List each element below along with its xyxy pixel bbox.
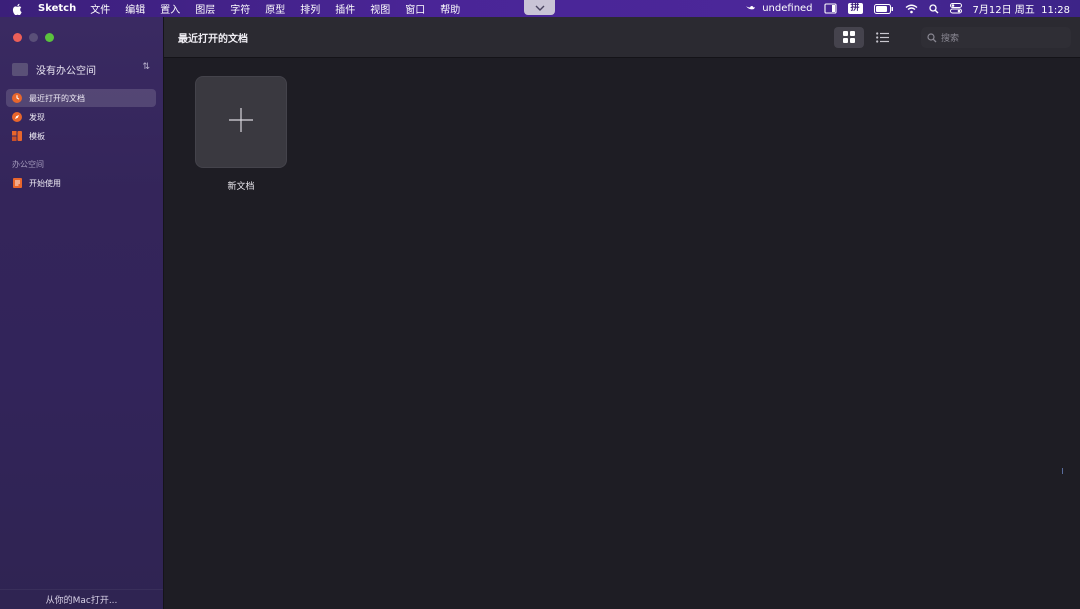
sidebar-item-label: 发现 bbox=[29, 112, 45, 122]
menu-prototype[interactable]: 原型 bbox=[265, 1, 285, 16]
sidebar-item-label: 开始使用 bbox=[29, 178, 61, 188]
menu-window[interactable]: 窗口 bbox=[405, 1, 425, 16]
workspace-name: 没有办公空间 bbox=[36, 65, 96, 77]
new-document-label: 新文档 bbox=[227, 182, 255, 192]
search-placeholder: 搜索 bbox=[941, 34, 960, 44]
control-center-icon[interactable] bbox=[949, 3, 962, 14]
sidebar-item-label: 模板 bbox=[29, 131, 45, 141]
clock-icon bbox=[12, 93, 22, 103]
chevron-updown-icon: ⇅ bbox=[142, 62, 150, 72]
menu-view[interactable]: 视图 bbox=[370, 1, 390, 16]
search-field[interactable]: 搜索 bbox=[921, 27, 1071, 48]
app-menu[interactable]: Sketch bbox=[38, 3, 76, 14]
window-controls bbox=[13, 33, 61, 42]
menu-layer[interactable]: 图层 bbox=[195, 1, 215, 16]
grid-icon bbox=[843, 28, 855, 47]
grid-view-button[interactable] bbox=[834, 27, 864, 48]
page-title: 最近打开的文档 bbox=[178, 34, 248, 45]
menu-edit[interactable]: 编辑 bbox=[125, 1, 145, 16]
bird-icon[interactable] bbox=[745, 4, 756, 14]
toolbar: 最近打开的文档 搜索 bbox=[164, 17, 1080, 58]
menu-plugins[interactable]: 插件 bbox=[335, 1, 355, 16]
template-icon bbox=[12, 131, 22, 141]
list-icon bbox=[875, 28, 889, 47]
menu-bar: Sketch 文件 编辑 置入 图层 字符 原型 排列 插件 视图 窗口 帮助 … bbox=[0, 0, 1080, 17]
sidebar-nav: 最近打开的文档 发现 模板 bbox=[6, 89, 156, 146]
menu-arrange[interactable]: 排列 bbox=[300, 1, 320, 16]
menu-insert[interactable]: 置入 bbox=[160, 1, 180, 16]
close-window-button[interactable] bbox=[13, 33, 22, 42]
list-view-button[interactable] bbox=[867, 27, 897, 48]
scrollbar-indicator[interactable] bbox=[1062, 468, 1063, 474]
search-icon bbox=[927, 32, 937, 43]
sidebar-item-label: 最近打开的文档 bbox=[29, 93, 85, 103]
plus-icon bbox=[227, 106, 255, 138]
status-text[interactable]: undefined bbox=[762, 3, 812, 14]
documents-grid: 新文档 bbox=[164, 58, 1080, 609]
workspace-selector[interactable]: 没有办公空间 ⇅ bbox=[12, 61, 152, 77]
battery-icon[interactable] bbox=[873, 3, 894, 14]
workspace-nav: 开始使用 bbox=[6, 174, 156, 193]
menu-text[interactable]: 字符 bbox=[230, 1, 250, 16]
sidebar-item-getting-started[interactable]: 开始使用 bbox=[6, 174, 156, 192]
compass-icon bbox=[12, 112, 22, 122]
sidebar-item-recent[interactable]: 最近打开的文档 bbox=[6, 89, 156, 107]
section-label-workspace: 办公空间 bbox=[12, 160, 44, 169]
menu-help[interactable]: 帮助 bbox=[440, 1, 460, 16]
apple-icon[interactable] bbox=[12, 3, 26, 15]
sidebar-item-discover[interactable]: 发现 bbox=[6, 108, 156, 126]
minimize-window-button[interactable] bbox=[29, 33, 38, 42]
sidebar-item-templates[interactable]: 模板 bbox=[6, 127, 156, 145]
status-area: undefined 拼 7月12日 周五 11:28 bbox=[734, 0, 1070, 17]
menu-file[interactable]: 文件 bbox=[90, 1, 110, 16]
clock-datetime[interactable]: 7月12日 周五 11:28 bbox=[973, 1, 1070, 16]
input-method-badge[interactable]: 拼 bbox=[847, 3, 863, 14]
chevron-down-icon[interactable] bbox=[524, 0, 555, 15]
open-from-mac-button[interactable]: 从你的Mac打开... bbox=[0, 589, 163, 606]
display-icon[interactable] bbox=[823, 3, 837, 14]
workspace-avatar bbox=[12, 62, 28, 76]
search-icon[interactable] bbox=[928, 3, 939, 14]
new-document-card[interactable] bbox=[195, 76, 287, 168]
document-icon bbox=[12, 178, 22, 188]
sidebar: 没有办公空间 ⇅ 最近打开的文档 发现 模板 办公空间 开始使用 从你的Mac打… bbox=[0, 17, 164, 609]
wifi-icon[interactable] bbox=[905, 4, 918, 14]
zoom-window-button[interactable] bbox=[45, 33, 54, 42]
